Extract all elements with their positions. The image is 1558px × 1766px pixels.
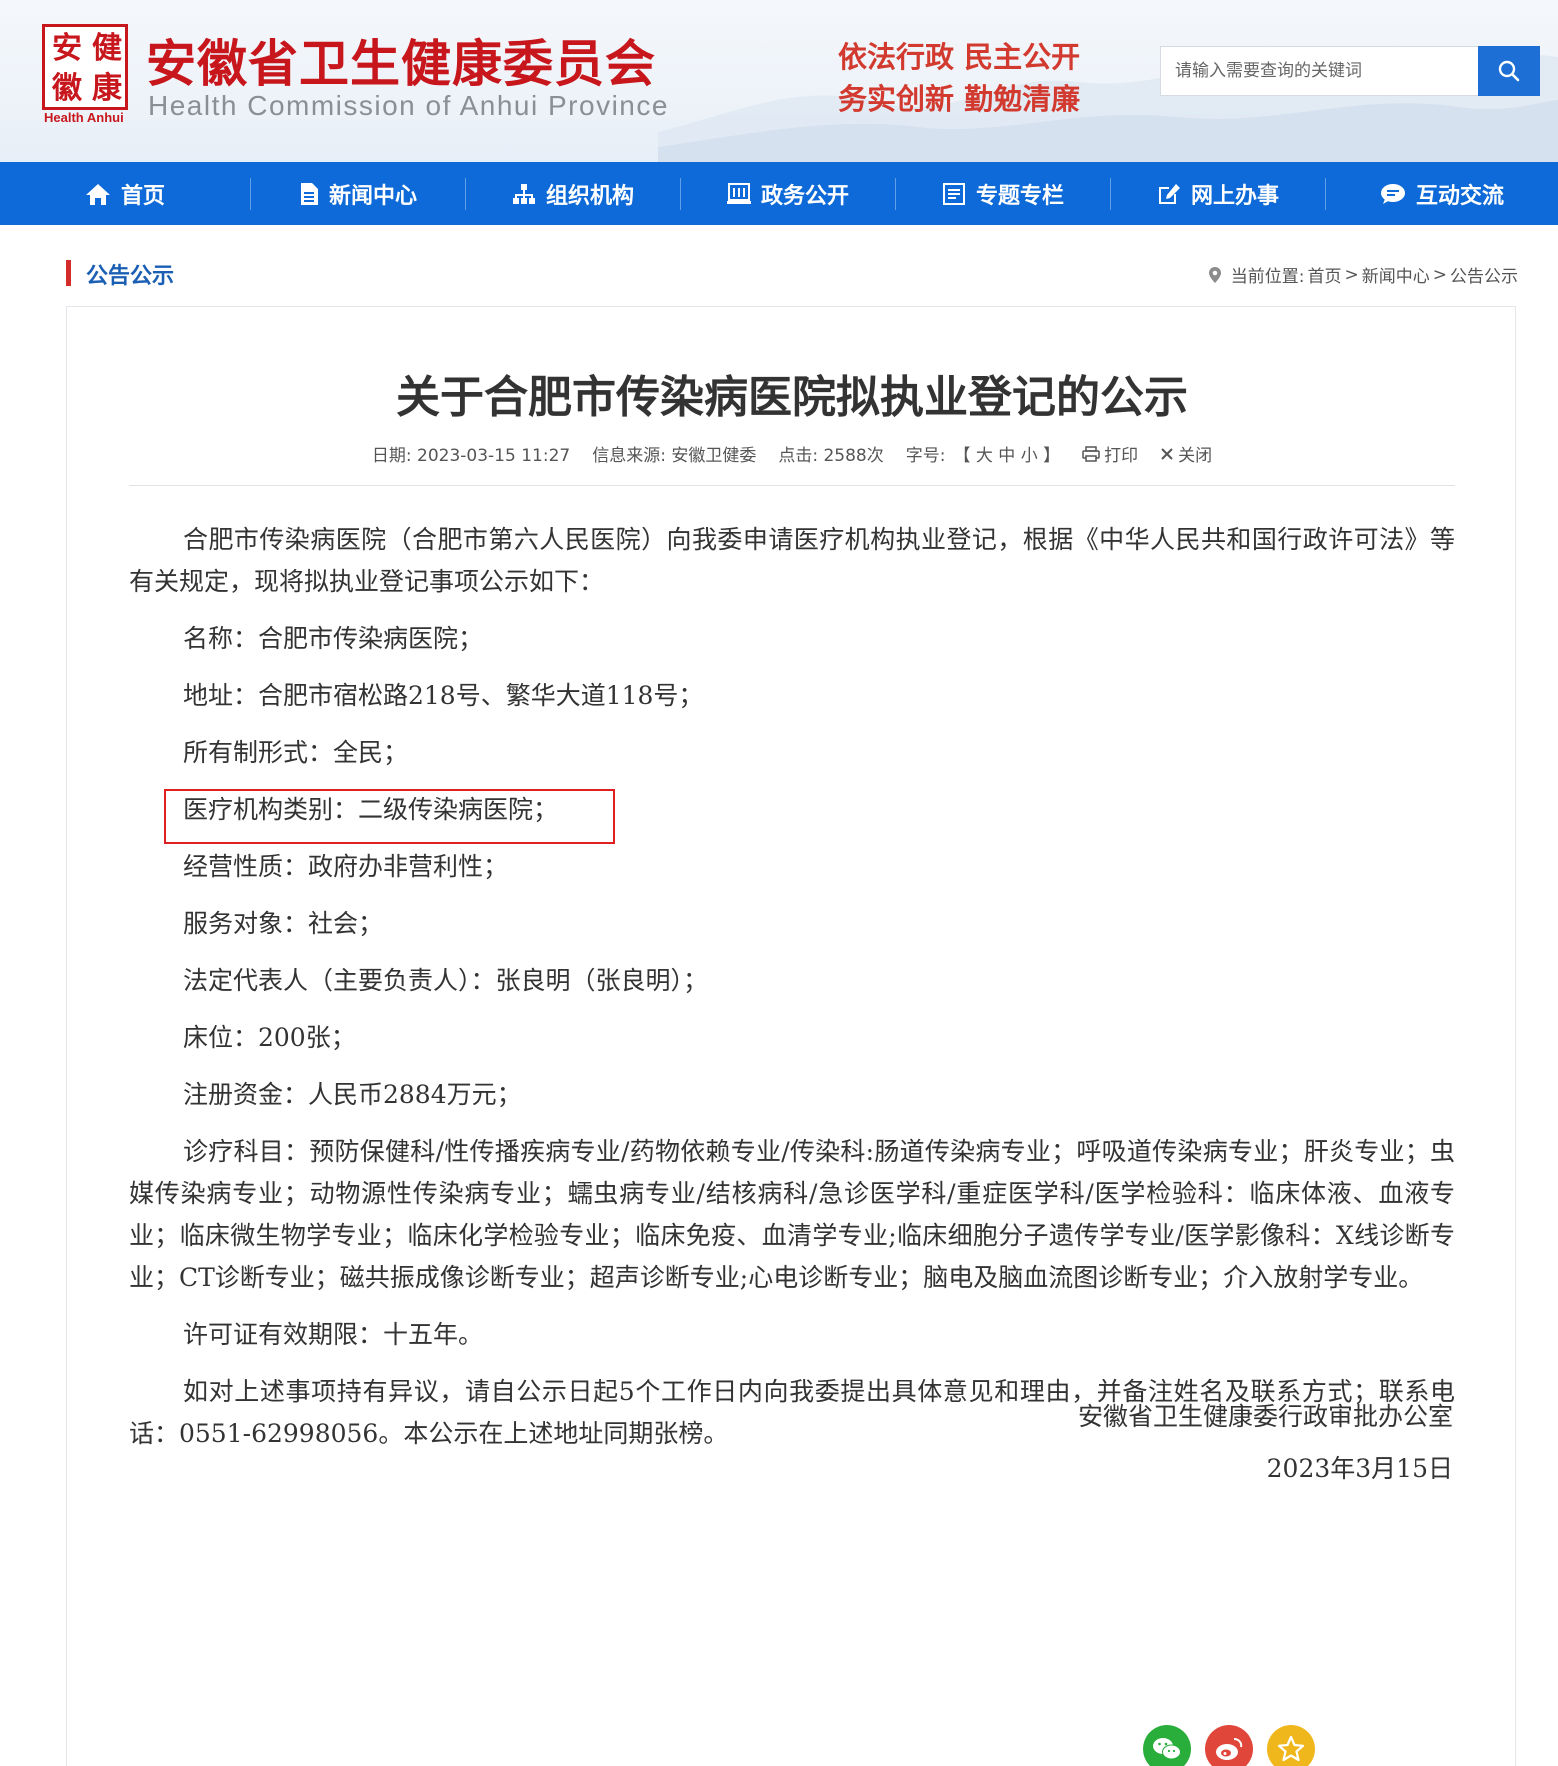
- nav-item-label: 首页: [120, 183, 165, 209]
- article-paragraph-intro: 合肥市传染病医院（合肥市第六人民医院）向我委申请医疗机构执业登记，根据《中华人民…: [129, 525, 1455, 596]
- seal-char: 康: [92, 71, 122, 106]
- breadcrumb-separator: >: [1344, 264, 1359, 285]
- signature-org: 安徽省卫生健康委行政审批办公室: [1077, 1402, 1453, 1431]
- nav-item-organization[interactable]: 组织机构: [466, 162, 680, 225]
- search-box: [1160, 46, 1540, 96]
- article-paragraph-departments: 诊疗科目：预防保健科/性传播疾病专业/药物依赖专业/传染科:肠道传染病专业；呼吸…: [129, 1137, 1455, 1292]
- seal-char: 健: [92, 31, 122, 66]
- seal-char: 安: [52, 31, 82, 66]
- nav-item-label: 新闻中心: [328, 183, 417, 209]
- nav-item-interaction[interactable]: 互动交流: [1326, 162, 1558, 225]
- location-pin-icon: [1208, 266, 1221, 283]
- weibo-icon: [1216, 1738, 1243, 1760]
- close-icon: [1161, 447, 1173, 460]
- breadcrumb-prefix: 当前位置:: [1230, 267, 1305, 287]
- breadcrumb-notices[interactable]: 公告公示: [1450, 262, 1518, 287]
- article-title: 关于合肥市传染病医院拟执业登记的公示: [396, 372, 1188, 423]
- nav-item-label: 互动交流: [1415, 183, 1504, 209]
- section-marker: [66, 260, 71, 286]
- wechat-icon: [1153, 1738, 1181, 1760]
- font-size-options[interactable]: 【 大 中 小 】: [953, 441, 1060, 466]
- article-panel: 关于合肥市传染病医院拟执业登记的公示 日期: 2023-03-15 11:27 …: [66, 306, 1516, 1766]
- article-paragraph-address: 地址：合肥市宿松路218号、繁华大道118号；: [183, 681, 704, 710]
- wechat-share-button[interactable]: [1143, 1725, 1191, 1766]
- motto-line-1: 依法行政 民主公开: [838, 40, 1081, 74]
- chat-icon: [1380, 183, 1405, 204]
- seal-caption: Health Anhui: [44, 110, 124, 125]
- print-label: 打印: [1104, 446, 1139, 466]
- article-paragraph-beds: 床位：200张；: [183, 1023, 356, 1052]
- breadcrumb-news[interactable]: 新闻中心: [1362, 262, 1430, 287]
- search-icon: [1498, 60, 1520, 82]
- title-divider: [129, 485, 1455, 486]
- nav-item-home[interactable]: 首页: [0, 162, 250, 225]
- breadcrumb-separator: >: [1432, 264, 1447, 285]
- main-nav: 首页 新闻中心 组织机构 政务公开 专题专栏 网上办事 互动交流: [0, 162, 1558, 225]
- nav-item-label: 专题专栏: [975, 183, 1064, 209]
- article-paragraph-legal-rep: 法定代表人（主要负责人）：张良明（张良明）；: [183, 966, 709, 995]
- article-paragraph-capital: 注册资金：人民币2884万元；: [183, 1080, 522, 1109]
- document-icon: [300, 182, 318, 205]
- close-label: 关闭: [1178, 446, 1213, 466]
- site-subtitle: Health Commission of Anhui Province: [148, 90, 669, 121]
- article-paragraph-service-target: 服务对象：社会；: [183, 909, 384, 938]
- article-body: 合肥市传染病医院（合肥市第六人民医院）向我委申请医疗机构执业登记，根据《中华人民…: [129, 519, 1455, 1470]
- font-size-control: 字号: 【 大 中 小 】: [906, 441, 1060, 466]
- article-date: 日期: 2023-03-15 11:27: [371, 446, 571, 466]
- article-paragraph-name: 名称：合肥市传染病医院；: [183, 624, 484, 653]
- search-input[interactable]: [1161, 47, 1479, 95]
- font-size-label: 字号:: [905, 446, 946, 466]
- org-chart-icon: [512, 183, 535, 204]
- print-button[interactable]: 打印: [1082, 441, 1138, 466]
- breadcrumb-home[interactable]: 首页: [1308, 262, 1342, 287]
- article-clicks: 点击: 2588次: [778, 446, 884, 466]
- site-title[interactable]: 安徽省卫生健康委员会: [146, 24, 656, 96]
- weibo-share-button[interactable]: [1205, 1725, 1253, 1766]
- location-bar: 公告公示 当前位置: 首页 > 新闻中心 > 公告公示: [40, 225, 1518, 305]
- signature-date: 2023年3月15日: [1266, 1454, 1453, 1483]
- motto-line-2: 务实创新 勤勉清廉: [838, 82, 1081, 116]
- article-meta: 日期: 2023-03-15 11:27 信息来源: 安徽卫健委 点击: 258…: [67, 441, 1517, 466]
- printer-icon: [1082, 445, 1100, 462]
- star-icon: [1277, 1735, 1305, 1762]
- favorite-share-button[interactable]: [1267, 1725, 1315, 1766]
- home-icon: [85, 183, 110, 205]
- site-header: 安 健 徽 康 Health Anhui 安徽省卫生健康委员会 Health C…: [0, 0, 1558, 162]
- article-paragraph-ownership: 所有制形式：全民；: [183, 738, 409, 767]
- nav-item-news[interactable]: 新闻中心: [251, 162, 465, 225]
- nav-item-special-topics[interactable]: 专题专栏: [896, 162, 1110, 225]
- nav-item-label: 政务公开: [760, 183, 849, 209]
- article-source: 信息来源: 安徽卫健委: [592, 446, 757, 466]
- building-icon: [726, 182, 751, 204]
- site-logo-seal[interactable]: 安 健 徽 康: [42, 24, 128, 110]
- search-button[interactable]: [1478, 46, 1540, 96]
- nav-item-online-services[interactable]: 网上办事: [1111, 162, 1325, 225]
- nav-item-label: 网上办事: [1190, 183, 1279, 209]
- list-icon: [942, 182, 965, 205]
- highlight-box: [164, 789, 615, 844]
- article-paragraph-validity: 许可证有效期限：十五年。: [183, 1320, 484, 1349]
- article-paragraph-nature: 经营性质：政府办非营利性；: [183, 852, 509, 881]
- edit-icon: [1158, 183, 1180, 204]
- section-title[interactable]: 公告公示: [86, 258, 174, 290]
- close-button[interactable]: 关闭: [1160, 441, 1212, 466]
- breadcrumb: 当前位置: 首页 > 新闻中心 > 公告公示: [1208, 262, 1518, 287]
- seal-char: 徽: [52, 71, 82, 106]
- nav-item-government-affairs[interactable]: 政务公开: [681, 162, 895, 225]
- nav-item-label: 组织机构: [545, 183, 634, 209]
